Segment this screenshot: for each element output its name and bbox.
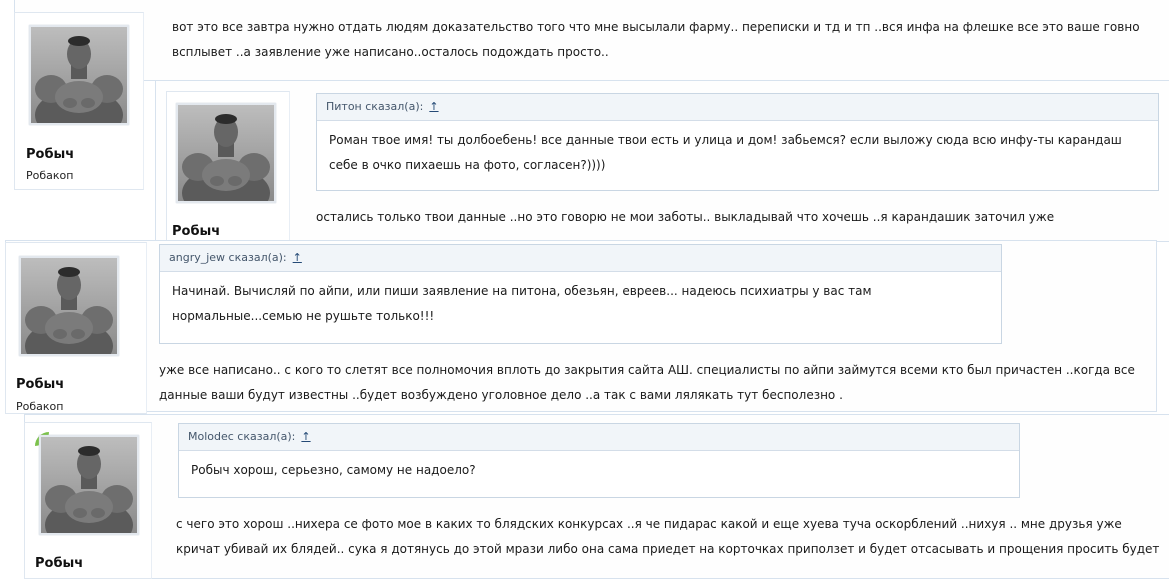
post-3-avatar[interactable] xyxy=(19,256,119,356)
post-4-quote: Molodec сказал(а): ↑ Робыч хорош, серьезн… xyxy=(178,423,1020,498)
post-4-avatar[interactable] xyxy=(39,435,139,535)
quote-header: angry_jew сказал(а): ↑ xyxy=(160,245,1001,272)
quote-text: Начинай. Вычисляй по айпи, или пиши заяв… xyxy=(172,284,872,323)
post-4-text: с чего это хорош ..нихера се фото мое в … xyxy=(176,517,1160,556)
post-3-text: уже все написано.. с кого то слетят все … xyxy=(159,363,1135,402)
post-1-avatar[interactable] xyxy=(29,25,129,125)
post-3-author[interactable]: Робыч xyxy=(16,377,64,392)
post-1-text: вот это все завтра нужно отдать людям до… xyxy=(172,20,1140,59)
quote-text: Робыч хорош, серьезно, самому не надоело… xyxy=(191,463,476,477)
quote-jump-link[interactable]: ↑ xyxy=(293,251,302,264)
post-1-user-title: Робакоп xyxy=(26,169,74,182)
post-2-author[interactable]: Робыч xyxy=(172,224,220,239)
post-2-quote: Питон сказал(а): ↑ Роман твое имя! ты дол… xyxy=(316,93,1159,191)
post-1-author[interactable]: Робыч xyxy=(26,147,74,162)
post-3-user-title: Робакоп xyxy=(16,400,64,413)
quote-header: Питон сказал(а): ↑ xyxy=(317,94,1158,121)
post-2-avatar[interactable] xyxy=(176,103,276,203)
quote-text: Роман твое имя! ты долбоебень! все данны… xyxy=(329,133,1122,172)
post-3-quote: angry_jew сказал(а): ↑ Начинай. Вычисляй … xyxy=(159,244,1002,344)
quote-jump-link[interactable]: ↑ xyxy=(301,430,310,443)
quote-author: Питон сказал(а): xyxy=(326,100,424,113)
quote-author: angry_jew сказал(а): xyxy=(169,251,287,264)
quote-header: Molodec сказал(а): ↑ xyxy=(179,424,1019,451)
post-4-author[interactable]: Робыч xyxy=(35,556,83,571)
quote-author: Molodec сказал(а): xyxy=(188,430,296,443)
quote-jump-link[interactable]: ↑ xyxy=(429,100,438,113)
post-2-text: остались только твои данные ..но это гов… xyxy=(316,210,1055,224)
